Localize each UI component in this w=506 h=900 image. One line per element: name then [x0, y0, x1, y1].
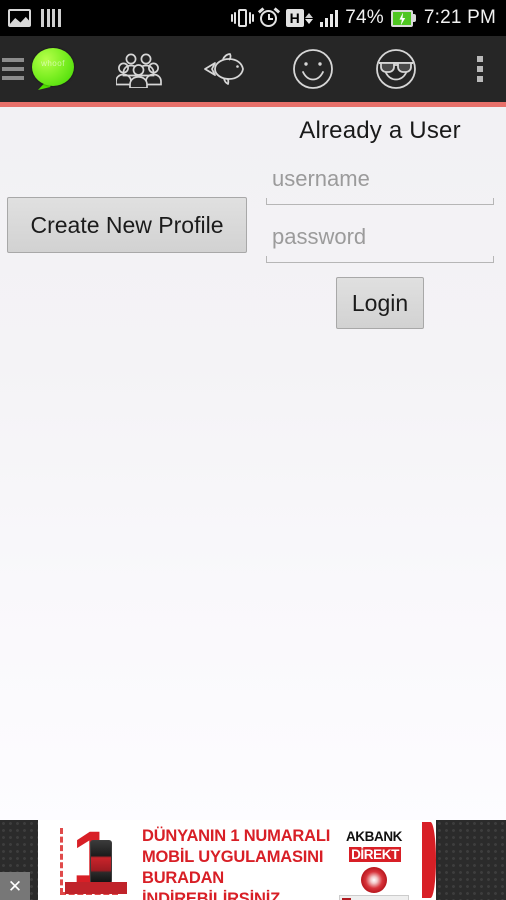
ad-texture-right: [436, 820, 506, 900]
logo-caption: whoof: [41, 59, 65, 68]
ad-content[interactable]: 1 DÜNYANIN 1 NUMARALI MOBİL UYGULAMASINI…: [38, 820, 436, 900]
ad-brand-primary-label: AKBANK: [345, 829, 403, 844]
smiley-face-icon[interactable]: [291, 36, 335, 102]
create-new-profile-button[interactable]: Create New Profile: [7, 197, 247, 253]
hspa-network-icon: H: [285, 9, 313, 27]
ad-red-accent-bar: [422, 822, 436, 898]
cool-sunglasses-face-icon[interactable]: [374, 36, 418, 102]
ad-close-icon[interactable]: ✕: [0, 872, 30, 900]
ad-pedestal-graphic: [65, 882, 127, 894]
ad-numeral-one-graphic: 1: [60, 821, 132, 900]
fish-icon[interactable]: [201, 36, 251, 102]
notification-bars-icon: [41, 9, 61, 27]
alarm-icon: [257, 7, 280, 28]
overflow-menu-icon[interactable]: [458, 36, 502, 102]
signal-strength-icon: [319, 9, 339, 27]
username-input[interactable]: [266, 161, 494, 199]
battery-charging-icon: [390, 9, 417, 27]
hamburger-menu-icon[interactable]: [0, 36, 26, 102]
ad-swirl-icon: [361, 867, 387, 893]
login-button[interactable]: Login: [336, 277, 424, 329]
network-type-label: H: [285, 9, 304, 27]
ad-phone-graphic: [90, 840, 112, 884]
clock-label: 7:21 PM: [423, 7, 496, 28]
status-bar-left-icons: [8, 9, 61, 27]
login-panel: Already a User Login: [266, 117, 494, 329]
password-field-wrapper: [266, 219, 494, 263]
username-field-wrapper: [266, 161, 494, 205]
ad-banner[interactable]: 1 DÜNYANIN 1 NUMARALI MOBİL UYGULAMASINI…: [0, 820, 506, 900]
vibrate-icon: [230, 8, 255, 28]
green-speech-bubble-logo[interactable]: whoof: [32, 47, 76, 91]
status-bar-right-icons: H 74% 7:21 PM: [230, 7, 496, 29]
battery-percent-label: 74%: [345, 7, 384, 28]
already-a-user-heading: Already a User: [299, 117, 461, 144]
people-group-icon[interactable]: [115, 36, 162, 102]
main-content: Create New Profile Already a User Login: [0, 107, 506, 820]
password-input[interactable]: [266, 219, 494, 257]
status-bar: H 74% 7:21 PM: [0, 0, 506, 36]
phone-screen: H 74% 7:21 PM whoof Create New Profile A…: [0, 0, 506, 900]
ad-brand-secondary-label: DİREKT: [349, 847, 401, 862]
username-field-underline: [266, 198, 494, 205]
action-bar: whoof: [0, 36, 506, 102]
password-field-underline: [266, 256, 494, 263]
screenshot-image-icon: [8, 9, 31, 27]
ad-certificate-badge: [339, 895, 409, 900]
ad-brand-logo: AKBANK DİREKT: [320, 828, 428, 900]
